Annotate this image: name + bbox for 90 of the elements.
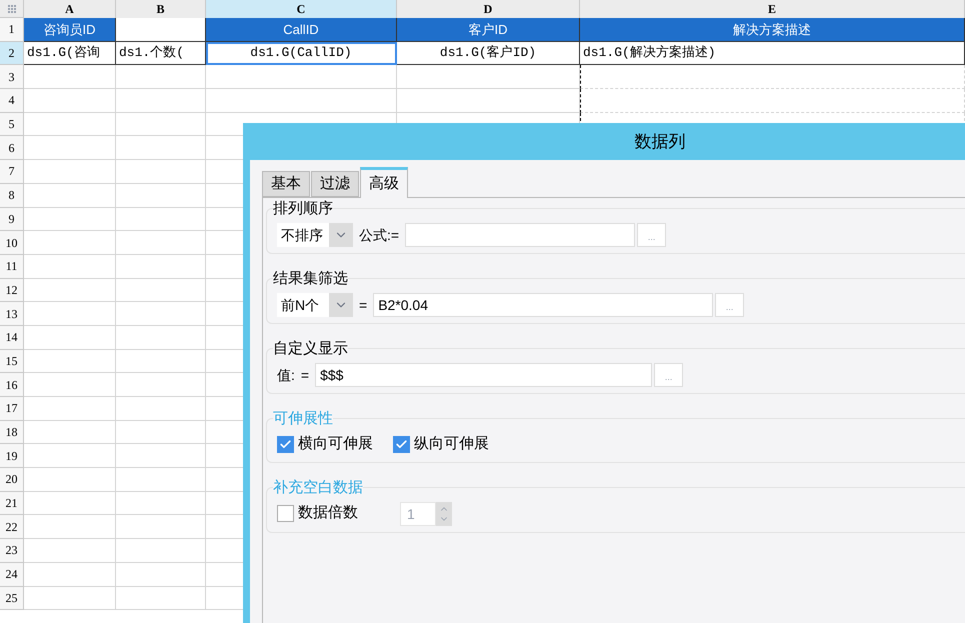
window-title: 数据列 [634,130,686,153]
empty-cell[interactable] [116,302,206,326]
empty-cell[interactable] [116,515,206,540]
row-number[interactable]: 3 [0,65,24,90]
row-number[interactable]: 16 [0,373,24,397]
row-number[interactable]: 9 [0,208,24,232]
table-cell[interactable]: ds1.G(解决方案描述) [580,42,965,66]
checkbox-option[interactable]: 纵向可伸展 [393,433,489,456]
empty-cell[interactable] [206,89,397,113]
checkbox-option[interactable]: 横向可伸展 [277,433,373,456]
empty-cell[interactable] [397,65,580,90]
checked-checkbox[interactable] [277,436,294,453]
row-number[interactable]: 15 [0,350,24,374]
empty-cell[interactable] [116,326,206,350]
empty-cell[interactable] [116,586,206,610]
row-number[interactable]: 12 [0,278,24,302]
dropdown[interactable]: 不排序 [277,223,353,247]
empty-cell[interactable] [116,444,206,468]
empty-cell[interactable] [116,184,206,208]
empty-cell[interactable] [116,539,206,563]
field-label: 公式:= [359,226,400,244]
table-cell[interactable]: ds1.G(客户ID) [397,42,580,66]
header-cell[interactable]: 解决方案描述 [580,18,965,42]
row-number[interactable]: 23 [0,539,24,563]
column-header[interactable]: D [397,0,580,18]
empty-cell[interactable] [116,136,206,160]
row-number[interactable]: 14 [0,326,24,350]
header-cell[interactable]: CallID [206,18,397,42]
empty-cell[interactable] [116,208,206,232]
empty-cell[interactable] [116,373,206,397]
empty-cell[interactable] [116,562,206,586]
row-number[interactable]: 22 [0,515,24,540]
row-number[interactable]: 7 [0,160,24,184]
formula-field[interactable] [405,223,636,247]
table-cell[interactable]: ds1.G(CallID) [206,42,397,66]
empty-cell[interactable] [116,397,206,421]
empty-cell[interactable] [116,420,206,444]
checked-checkbox[interactable] [393,436,410,453]
header-cell[interactable]: 咨询员ID [24,18,116,42]
empty-cell[interactable] [116,65,206,90]
tab[interactable]: 高级 [360,167,408,198]
tab[interactable]: 过滤 [311,171,359,197]
row-number[interactable]: 1 [0,18,24,42]
empty-cell[interactable] [116,89,206,113]
field-label: = [300,366,310,384]
column-header[interactable]: B [116,0,206,18]
table-cell[interactable]: ds1.个数( [116,42,206,66]
header-cell[interactable]: 客户ID [397,18,580,42]
formula-field[interactable]: $$$ [315,363,652,387]
tab[interactable]: 基本 [262,171,310,197]
table-cell[interactable] [116,18,206,42]
empty-cell[interactable] [116,278,206,302]
row-number[interactable]: 21 [0,492,24,516]
empty-cell[interactable] [116,492,206,516]
empty-cell[interactable] [580,65,965,90]
row-number[interactable]: 10 [0,231,24,255]
check-icon [279,438,292,451]
column-header[interactable]: E [580,0,965,18]
row-number[interactable]: 8 [0,184,24,208]
row-number[interactable]: 4 [0,89,24,113]
row-number[interactable]: 19 [0,444,24,468]
empty-cell[interactable] [580,89,965,113]
row-number[interactable]: 5 [0,112,24,136]
column-header[interactable]: C [206,0,397,18]
empty-cell[interactable] [116,231,206,255]
row-number[interactable]: 6 [0,136,24,160]
row-number[interactable]: 13 [0,302,24,326]
row-number[interactable]: 17 [0,397,24,421]
row-number[interactable]: 24 [0,562,24,586]
empty-cell[interactable] [116,160,206,184]
row-number[interactable]: 25 [0,586,24,610]
column-header[interactable]: A [24,0,116,18]
field-label: 值: [277,366,295,384]
empty-cell[interactable] [397,89,580,113]
checkbox-option[interactable]: 数据倍数 [277,502,358,525]
table-cell[interactable]: ds1.G(咨询 [24,42,116,66]
dropdown[interactable]: 前N个 [277,293,353,317]
empty-cell[interactable] [116,468,206,492]
row-number[interactable]: 11 [0,254,24,279]
empty-cell[interactable] [206,65,397,90]
field-label: = [359,296,368,314]
check-icon [395,438,408,451]
formula-field[interactable]: B2*0.04 [373,293,714,317]
row-number[interactable]: 2 [0,42,24,66]
unchecked-checkbox[interactable] [277,505,294,522]
row-number[interactable]: 20 [0,468,24,492]
row-number[interactable]: 18 [0,420,24,444]
empty-cell[interactable] [116,254,206,279]
empty-cell[interactable] [116,112,206,136]
empty-cell[interactable] [116,350,206,374]
